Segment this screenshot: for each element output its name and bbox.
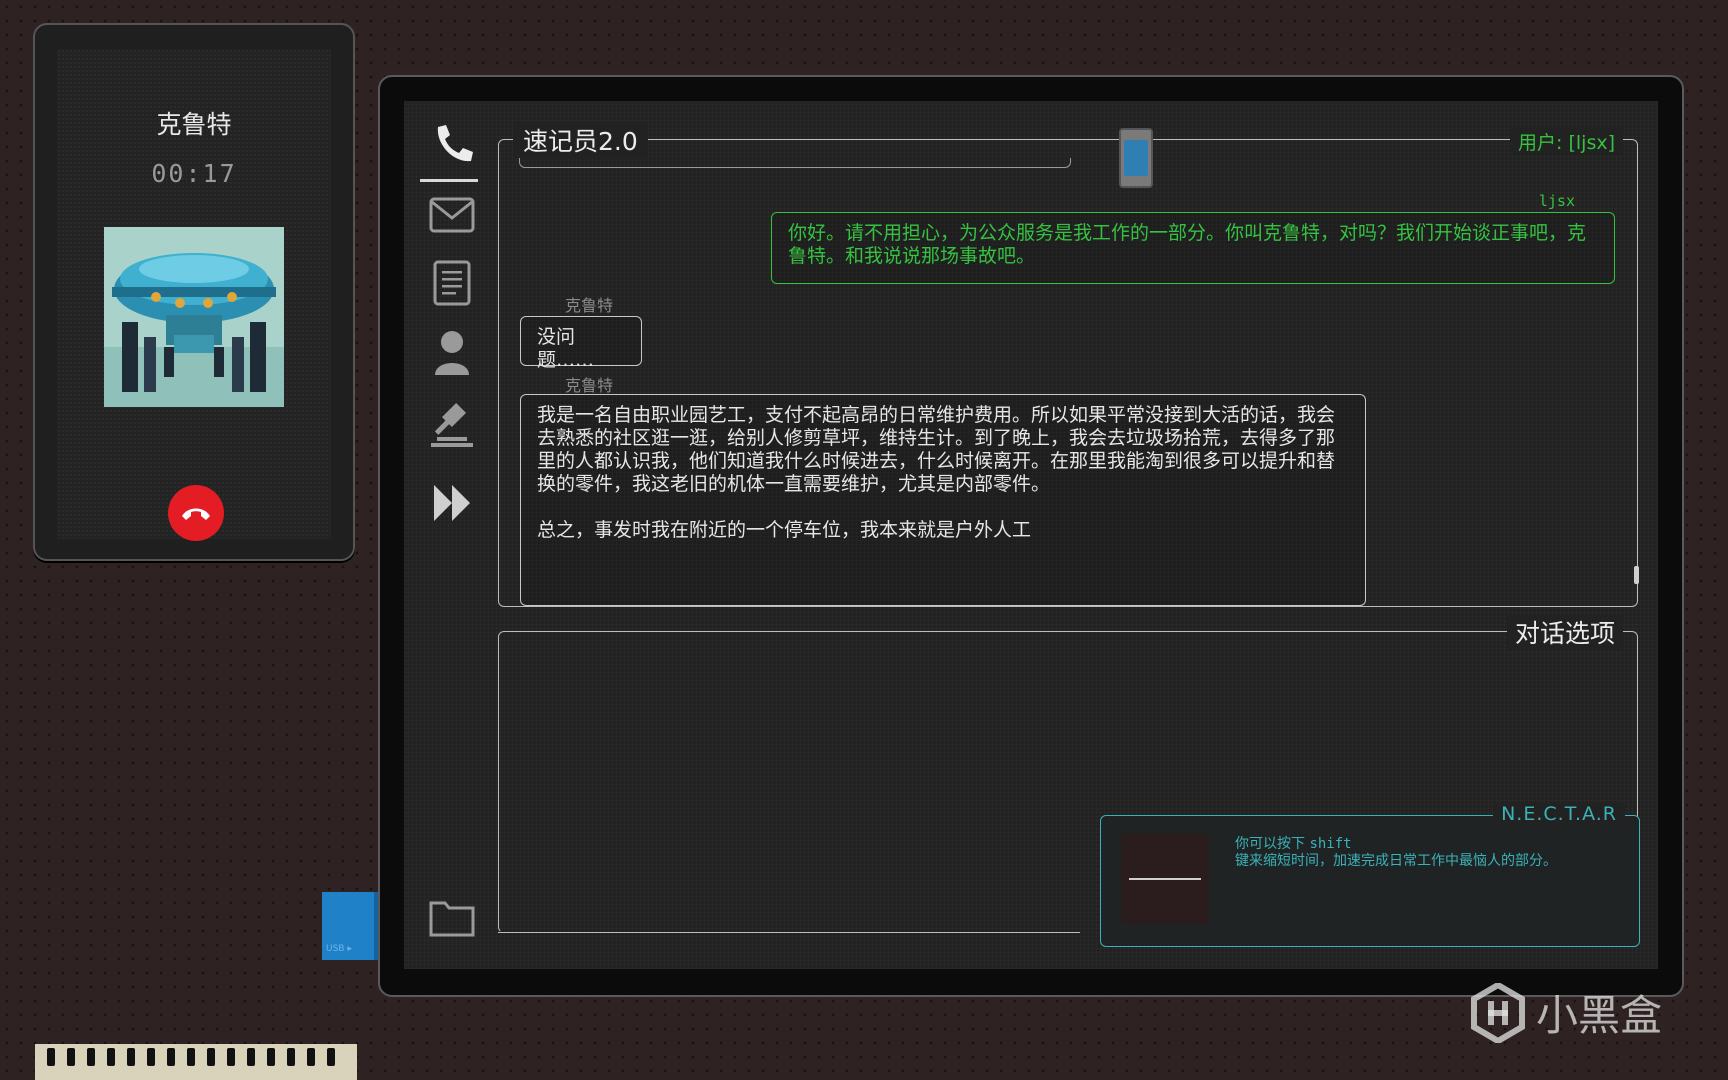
user-label: 用户: [ljsx] [1510,128,1623,155]
watermark-text: 小黑盒 [1536,991,1663,1040]
folder-icon [429,901,475,937]
document-icon [433,260,471,306]
message-bubble-npc: 我是一名自由职业园艺工，支付不起高昂的日常维护费用。所以如果平常没接到大活的话，… [520,394,1366,606]
nav-phone[interactable] [424,117,480,173]
nav-folder[interactable] [424,889,480,945]
person-icon [435,331,469,375]
nav-fast-forward[interactable] [426,475,482,531]
message-text: 我是一名自由职业园艺工，支付不起高昂的日常维护费用。所以如果平常没接到大活的话，… [537,404,1336,541]
notebook-ring [127,1048,135,1066]
nav-documents[interactable] [424,255,480,311]
notebook-ring [47,1048,55,1066]
caller-portrait [104,227,284,407]
message-bubble-npc: 没问题…… [520,316,642,371]
notebook-ring [327,1048,335,1066]
nav-active-indicator [420,179,478,182]
fast-forward-icon [434,485,470,521]
nectar-tip-prefix: 你可以按下 [1235,836,1310,852]
nectar-tip-panel: N.E.C.T.A.R 你可以按下 shift 键来缩短时间，加速完成日常工作中… [1100,803,1640,947]
options-panel-border [498,932,1080,933]
terminal-screen: 速记员2.0 用户: [ljsx] ljsx 你好。请不用担心，为公众服务是我工… [404,101,1658,969]
notebook-ring [267,1048,275,1066]
call-screen: 克鲁特 00:17 [57,49,331,541]
notebook-ring [167,1048,175,1066]
notebook-ring [207,1048,215,1066]
dialogue-options-title: 对话选项 [1506,614,1623,650]
notebook-ring [87,1048,95,1066]
nectar-tip-key: shift [1309,836,1352,852]
nav-mail[interactable] [424,187,480,243]
caller-name: 克鲁特 [156,110,232,139]
notebook-ring [107,1048,115,1066]
device-phone-icon [1119,128,1153,188]
message-speaker: 克鲁特 [565,376,614,395]
usb-label: USB ▸ [326,944,352,954]
notebook-ring [187,1048,195,1066]
message-bubble-user: 你好。请不用担心，为公众服务是我工作的一部分。你叫克鲁特，对吗？我们开始谈正事吧… [771,212,1615,284]
notebook-ring [247,1048,255,1066]
notebook-ring [227,1048,235,1066]
watermark: 小黑盒 [1470,982,1662,1043]
message-speaker: 克鲁特 [565,296,614,315]
call-phone: 克鲁特 00:17 [33,23,355,561]
notebook-ring [147,1048,155,1066]
terminal-monitor: 速记员2.0 用户: [ljsx] ljsx 你好。请不用担心，为公众服务是我工… [378,75,1684,997]
nectar-avatar [1121,834,1209,924]
mail-icon [429,197,475,233]
nectar-title: N.E.C.T.A.R [1493,803,1625,825]
notebook[interactable] [35,1044,357,1080]
nectar-tip-text: 你可以按下 shift 键来缩短时间，加速完成日常工作中最恼人的部分。 [1235,836,1557,870]
nav-verdict[interactable] [424,397,480,453]
app-title: 速记员2.0 [513,122,648,158]
message-text: 没问题…… [537,326,595,371]
usb-drive[interactable]: USB ▸ [322,892,378,960]
nectar-tip-line: 键来缩短时间，加速完成日常工作中最恼人的部分。 [1235,853,1557,869]
hang-up-icon [182,508,210,520]
call-timer: 00:17 [151,159,237,188]
crab-robot-portrait [104,227,284,407]
nav-profile[interactable] [424,325,480,381]
message-speaker: ljsx [1538,192,1575,210]
xiaoheihe-logo-icon [1471,982,1525,1043]
transcript-scrollbar[interactable] [1634,566,1639,584]
title-underline [519,158,1071,168]
gavel-icon [431,402,473,447]
notebook-ring [287,1048,295,1066]
notebook-ring [67,1048,75,1066]
phone-icon [437,125,473,162]
notebook-ring [307,1048,315,1066]
transcript-panel: 速记员2.0 用户: [ljsx] ljsx 你好。请不用担心，为公众服务是我工… [498,122,1639,607]
message-text: 你好。请不用担心，为公众服务是我工作的一部分。你叫克鲁特，对吗？我们开始谈正事吧… [788,222,1587,267]
hang-up-button[interactable] [168,485,224,541]
